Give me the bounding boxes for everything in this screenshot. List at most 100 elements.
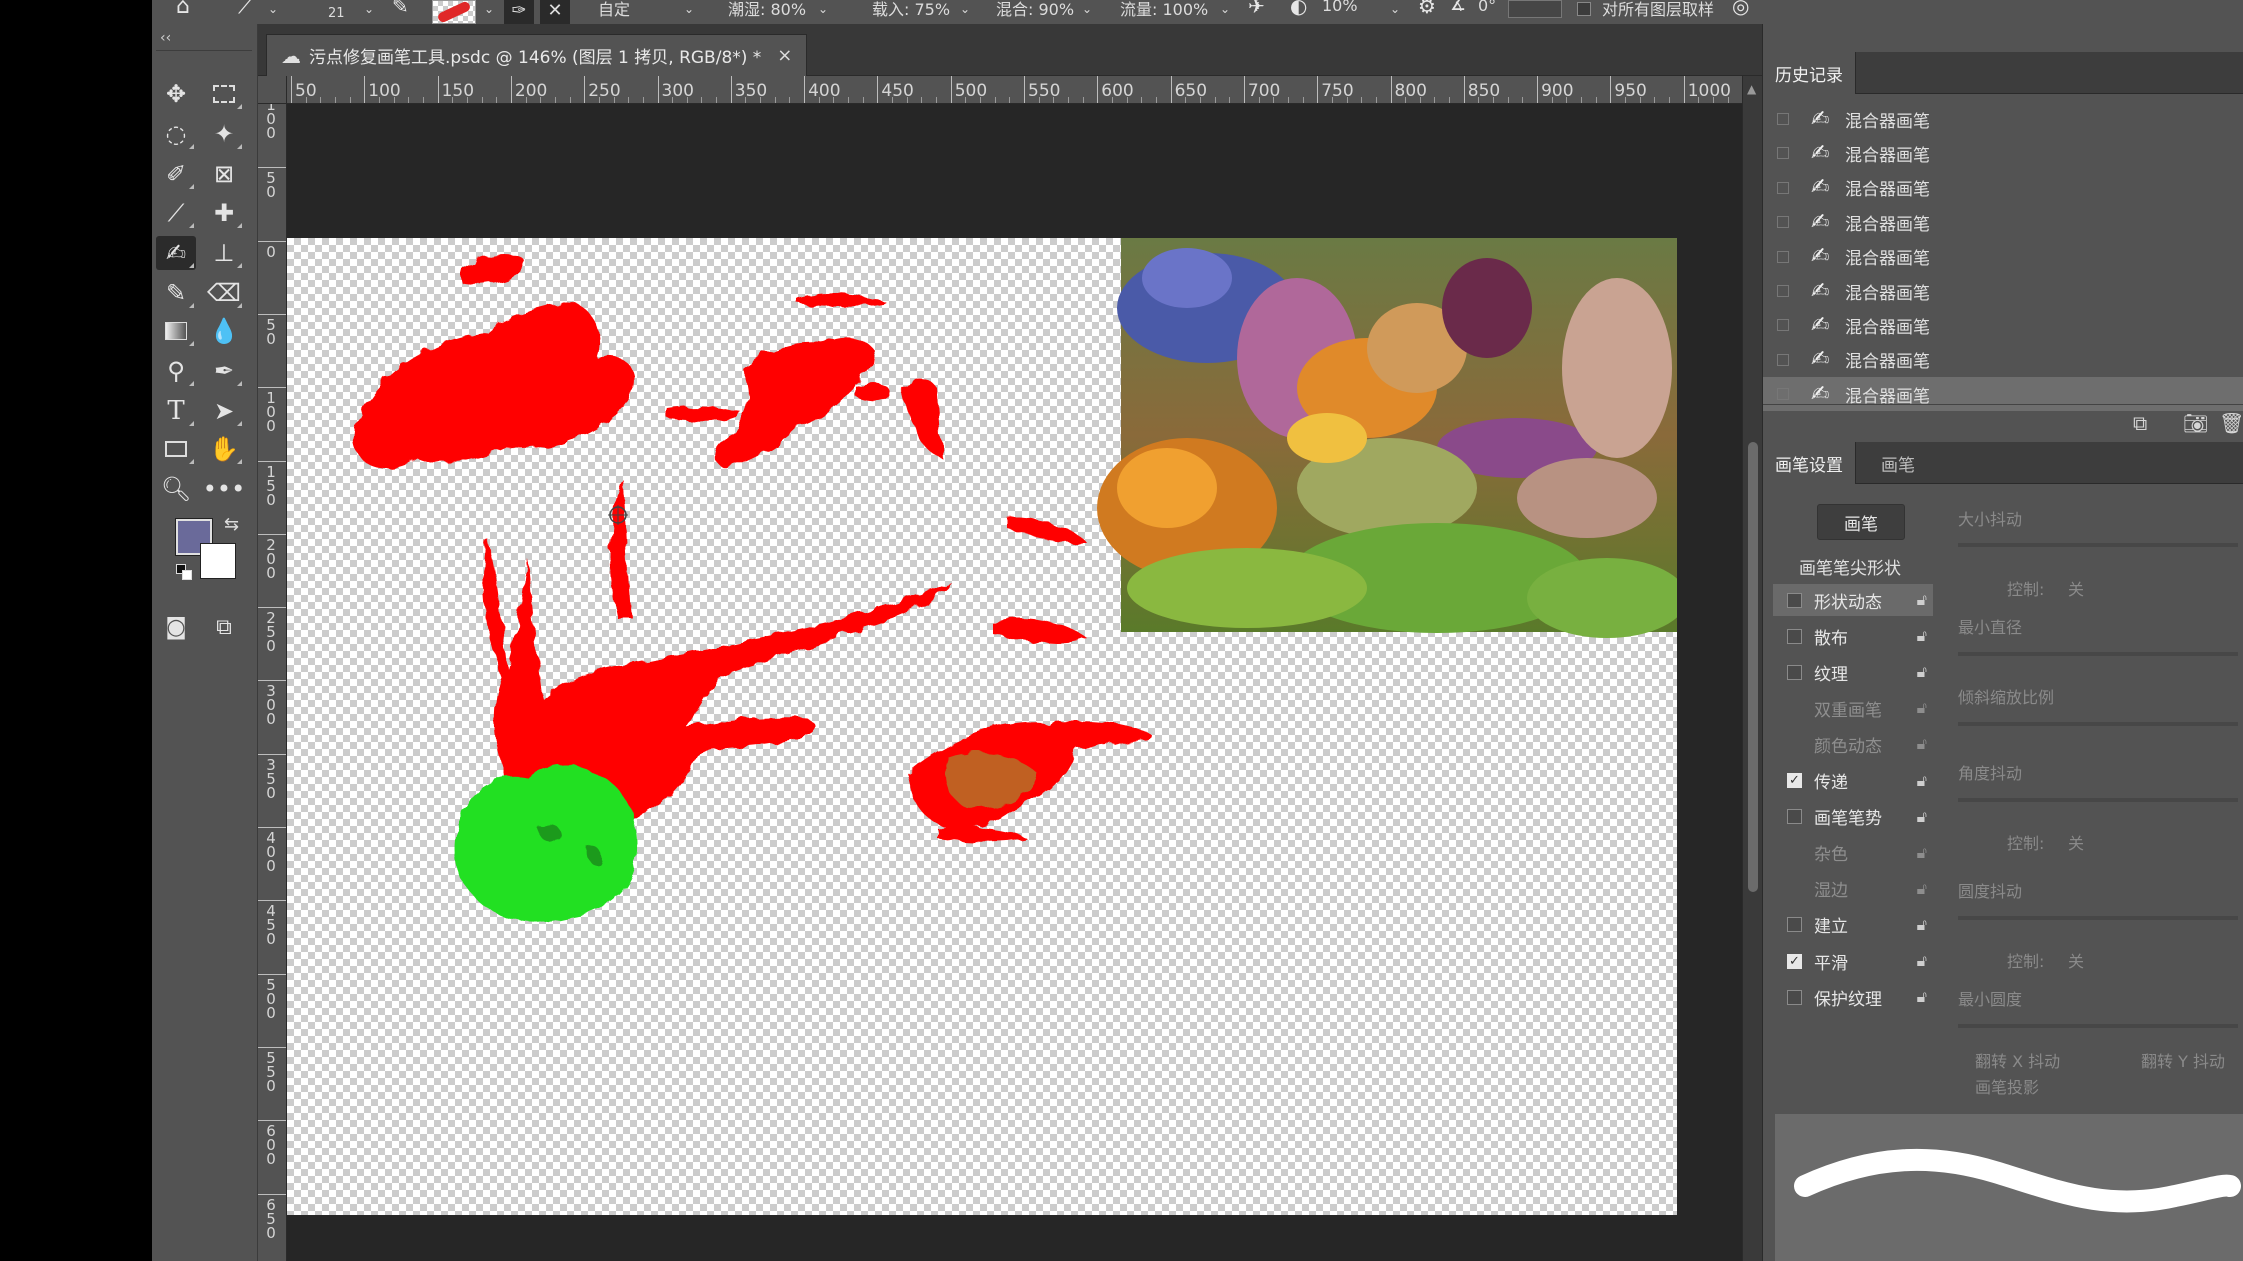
- load-brush-icon[interactable]: ✑: [504, 0, 534, 24]
- dodge-tool-icon[interactable]: ⚲: [156, 354, 196, 388]
- blend-combo-select[interactable]: 自定: [598, 0, 630, 20]
- horizontal-ruler[interactable]: 50 100 150 200 250 300 350 400 450 500 550 600 650 70…: [287, 76, 1742, 104]
- brush-tip-shape-item[interactable]: 画笔笔尖形状: [1799, 554, 1901, 579]
- chevron-down-icon[interactable]: ⌄: [1082, 2, 1092, 16]
- flip-y-jitter-checkbox[interactable]: 翻转 Y 抖动: [2141, 1048, 2225, 1072]
- history-item[interactable]: ✍ 混合器画笔: [1763, 308, 2243, 342]
- lock-icon[interactable]: 🔓︎: [1917, 698, 1927, 718]
- brush-option-checkbox[interactable]: ✓: [1787, 953, 1802, 969]
- brush-option-item[interactable]: 杂色 🔓︎: [1773, 837, 1933, 869]
- history-state-checkbox[interactable]: [1777, 285, 1789, 297]
- lock-icon[interactable]: 🔓︎: [1917, 987, 1927, 1007]
- type-tool-icon[interactable]: T: [156, 394, 196, 428]
- angle-jitter-slider[interactable]: [1958, 798, 2238, 802]
- mixer-brush-tool-preset-icon[interactable]: ⟋: [238, 0, 253, 19]
- history-item[interactable]: ✍ 混合器画笔: [1763, 274, 2243, 308]
- mixer-brush-tool-icon[interactable]: ✍: [156, 236, 196, 270]
- history-state-checkbox[interactable]: [1777, 113, 1789, 125]
- history-state-checkbox[interactable]: [1777, 181, 1789, 194]
- tab-brushes[interactable]: 画笔: [1869, 442, 1927, 484]
- brush-projection-checkbox[interactable]: 画笔投影: [1975, 1074, 2039, 1098]
- stamp-tool-icon[interactable]: ⊥: [204, 236, 244, 270]
- history-brush-tool-icon[interactable]: ✎: [156, 276, 196, 310]
- min-roundness-slider[interactable]: [1958, 1024, 2238, 1028]
- gradient-tool-icon[interactable]: [156, 314, 196, 348]
- blur-tool-icon[interactable]: 💧: [204, 314, 244, 348]
- lock-icon[interactable]: 🔓︎: [1917, 807, 1927, 827]
- vertical-ruler[interactable]: 1 0 0 5 0 0 5 0 1 0 0 1 5 0 2 0 0 2 5 0 3 0 0 3 5…: [258, 104, 287, 1261]
- magic-wand-tool-icon[interactable]: ✦: [204, 117, 244, 151]
- lasso-tool-icon[interactable]: ◌: [156, 117, 196, 151]
- lock-icon[interactable]: 🔓︎: [1917, 915, 1927, 935]
- zoom-tool-icon[interactable]: 🔍︎: [156, 472, 196, 506]
- eraser-tool-icon[interactable]: ⌫: [204, 276, 244, 310]
- home-icon[interactable]: ⌂: [176, 0, 190, 19]
- lock-icon[interactable]: 🔓︎: [1917, 951, 1927, 971]
- control-select-2[interactable]: 关: [2068, 830, 2084, 854]
- brush-option-item[interactable]: 纹理 🔓︎: [1773, 656, 1933, 688]
- history-item[interactable]: ✍ 混合器画笔: [1763, 240, 2243, 274]
- lock-icon[interactable]: 🔓︎: [1917, 626, 1927, 646]
- brush-option-checkbox[interactable]: [1787, 592, 1802, 608]
- chevron-down-icon[interactable]: ⌄: [960, 2, 970, 16]
- history-item[interactable]: ✍ 混合器画笔: [1763, 171, 2243, 205]
- quick-selection-tool-icon[interactable]: ✐: [156, 157, 196, 191]
- angle-field[interactable]: [1508, 0, 1562, 18]
- load-value[interactable]: 载入: 75%: [872, 0, 950, 20]
- quick-mask-icon[interactable]: ◙: [156, 610, 196, 644]
- snapshot-camera-icon[interactable]: 📷︎: [2183, 411, 2208, 435]
- tab-history[interactable]: 历史记录: [1763, 52, 1856, 94]
- clean-brush-icon[interactable]: ✕: [540, 0, 570, 24]
- ruler-origin[interactable]: [258, 76, 287, 104]
- brushes-button[interactable]: 画笔: [1817, 504, 1905, 540]
- history-state-checkbox[interactable]: [1777, 147, 1789, 160]
- history-item[interactable]: ✍ 混合器画笔: [1763, 102, 2243, 136]
- history-state-checkbox[interactable]: [1777, 388, 1789, 401]
- move-tool-icon[interactable]: ✥: [156, 77, 196, 111]
- path-selection-tool-icon[interactable]: ➤: [204, 394, 244, 428]
- brush-option-item[interactable]: ✓ 传递 🔓︎: [1773, 765, 1933, 797]
- more-tools-icon[interactable]: •••: [203, 472, 245, 506]
- history-state-checkbox[interactable]: [1777, 216, 1789, 229]
- scroll-up-icon[interactable]: ▲: [1747, 82, 1756, 96]
- brush-option-item[interactable]: ✓ 平滑 🔓︎: [1773, 945, 1933, 977]
- delete-trash-icon[interactable]: 🗑︎: [2219, 411, 2243, 435]
- marquee-tool-icon[interactable]: [204, 77, 244, 111]
- smoothing-icon[interactable]: ◐: [1290, 0, 1307, 18]
- brush-option-item[interactable]: 形状动态 🔓︎: [1773, 584, 1933, 616]
- collapse-toolbar-icon[interactable]: ‹‹: [160, 30, 171, 46]
- tilt-scale-slider[interactable]: [1958, 722, 2238, 726]
- brush-option-item[interactable]: 建立 🔓︎: [1773, 909, 1933, 941]
- chevron-down-icon[interactable]: ⌄: [484, 2, 494, 16]
- rectangle-tool-icon[interactable]: [156, 432, 196, 466]
- healing-brush-tool-icon[interactable]: ✚: [204, 196, 244, 230]
- lock-icon[interactable]: 🔓︎: [1917, 734, 1927, 754]
- brush-option-item[interactable]: 颜色动态 🔓︎: [1773, 728, 1933, 760]
- chevron-down-icon[interactable]: ⌄: [818, 2, 828, 16]
- hand-tool-icon[interactable]: ✋: [204, 432, 244, 466]
- history-item[interactable]: ✍ 混合器画笔: [1763, 136, 2243, 170]
- lock-icon[interactable]: 🔓︎: [1917, 771, 1927, 791]
- chevron-down-icon[interactable]: ⌄: [364, 2, 374, 16]
- control-select-1[interactable]: 关: [2068, 576, 2084, 600]
- brush-option-checkbox[interactable]: [1787, 917, 1802, 933]
- brush-option-checkbox[interactable]: [1787, 628, 1802, 644]
- document-canvas[interactable]: [287, 238, 1677, 1215]
- lock-icon[interactable]: 🔓︎: [1917, 662, 1927, 682]
- history-state-checkbox[interactable]: [1777, 250, 1789, 263]
- history-state-checkbox[interactable]: [1777, 319, 1789, 332]
- new-document-from-state-icon[interactable]: ⧉: [2133, 411, 2147, 435]
- default-colors-icon[interactable]: [176, 564, 194, 582]
- chevron-down-icon[interactable]: ⌄: [268, 2, 278, 16]
- min-diameter-slider[interactable]: [1958, 652, 2238, 656]
- smoothing-value[interactable]: 10%: [1322, 0, 1358, 15]
- brush-option-item[interactable]: 湿边 🔓︎: [1773, 873, 1933, 905]
- wet-value[interactable]: 潮湿: 80%: [728, 0, 806, 20]
- brush-size-value[interactable]: 21: [328, 6, 345, 21]
- airbrush-icon[interactable]: ✈: [1248, 0, 1265, 18]
- swap-colors-icon[interactable]: ⇆: [224, 514, 239, 535]
- scrollbar-thumb[interactable]: [1748, 442, 1758, 892]
- pen-tool-icon[interactable]: ✒: [204, 354, 244, 388]
- lock-icon[interactable]: 🔓︎: [1917, 843, 1927, 863]
- brush-option-checkbox[interactable]: [1787, 809, 1802, 825]
